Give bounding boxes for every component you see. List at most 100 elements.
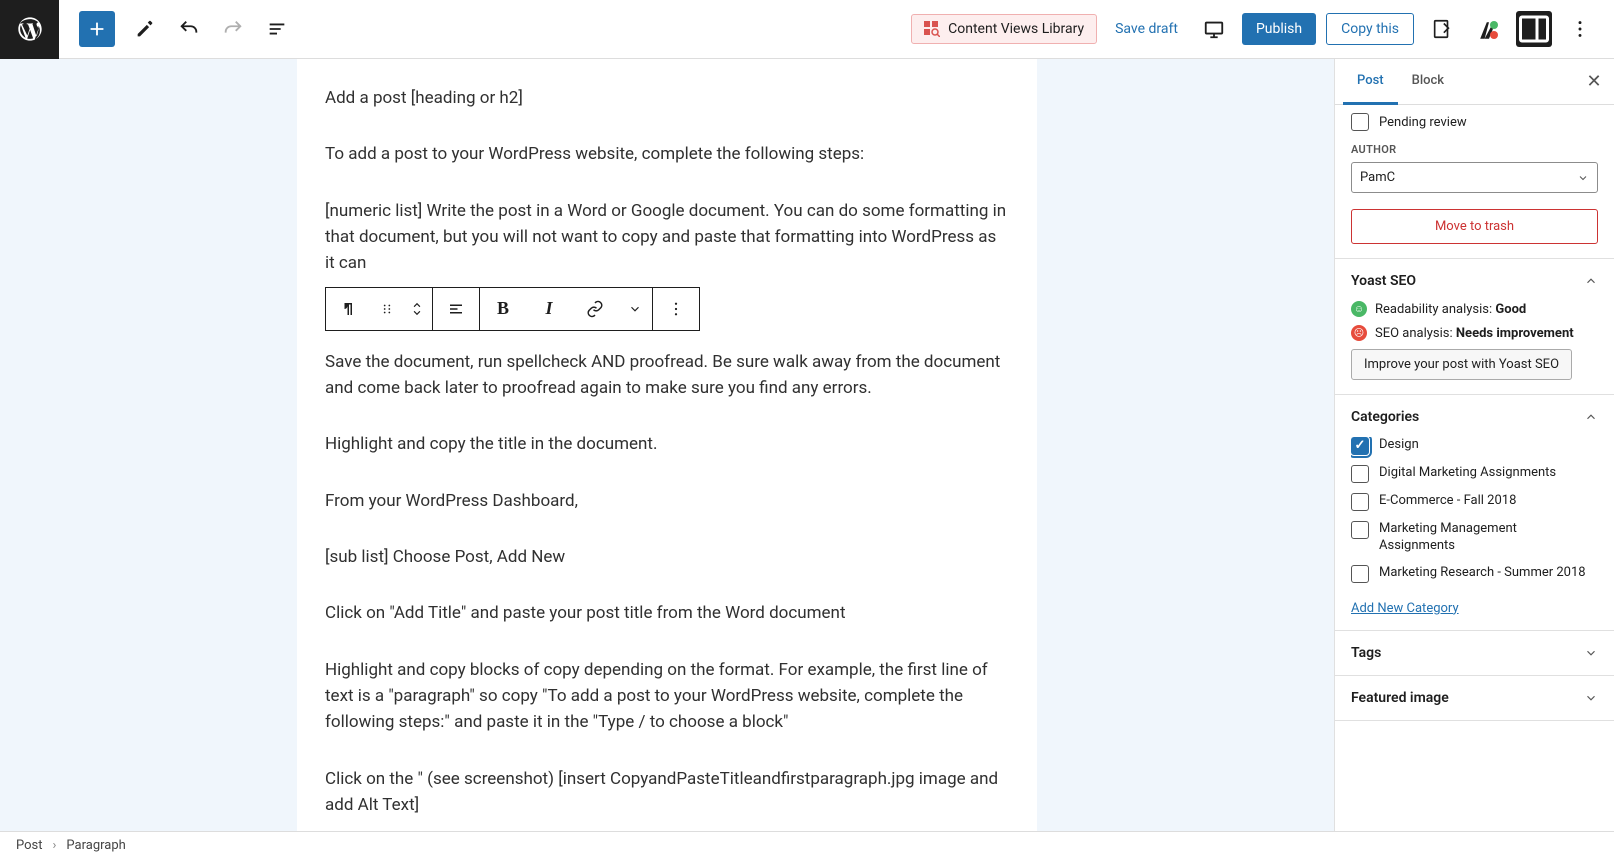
- category-item: Digital Marketing Assignments: [1351, 465, 1594, 483]
- category-checkbox[interactable]: [1351, 493, 1369, 511]
- sad-icon: ☹: [1351, 325, 1367, 341]
- author-select[interactable]: PamC: [1351, 162, 1598, 193]
- settings-toggle-button[interactable]: [1516, 11, 1552, 47]
- smile-icon: ☺: [1351, 301, 1367, 317]
- pending-review-row: Pending review: [1351, 113, 1598, 131]
- seo-row: ☹ SEO analysis: Needs improvement: [1351, 325, 1598, 341]
- tab-block[interactable]: Block: [1398, 59, 1458, 104]
- save-draft-button[interactable]: Save draft: [1107, 15, 1186, 43]
- tab-post[interactable]: Post: [1343, 59, 1398, 105]
- breadcrumb-block[interactable]: Paragraph: [66, 838, 125, 853]
- add-block-button[interactable]: [79, 11, 115, 47]
- preview-button[interactable]: [1196, 11, 1232, 47]
- document-outline-button[interactable]: [259, 11, 295, 47]
- yoast-icon: [1478, 19, 1498, 39]
- block-options-button[interactable]: [653, 288, 699, 330]
- add-new-category-link[interactable]: Add New Category: [1351, 601, 1459, 616]
- paragraph-block[interactable]: [sub list] Choose Post, Add New: [325, 544, 1009, 570]
- yoast-body: ☺ Readability analysis: Good ☹ SEO analy…: [1351, 301, 1598, 380]
- yoast-button[interactable]: [1470, 11, 1506, 47]
- categories-body: Design Digital Marketing Assignments E-Com…: [1351, 437, 1598, 616]
- align-left-icon: [447, 300, 465, 318]
- jetpack-button[interactable]: [1424, 11, 1460, 47]
- category-checkbox[interactable]: [1351, 565, 1369, 583]
- paragraph-block[interactable]: Highlight and copy the title in the docu…: [325, 431, 1009, 457]
- move-arrows[interactable]: [402, 288, 432, 330]
- yoast-header[interactable]: Yoast SEO: [1351, 273, 1598, 289]
- category-checkbox[interactable]: [1351, 521, 1369, 539]
- workspace: Adding and Formatting a WordPress Post A…: [0, 59, 1614, 831]
- seo-value: Needs improvement: [1456, 326, 1574, 341]
- wordpress-icon: [16, 15, 44, 43]
- readability-row: ☺ Readability analysis: Good: [1351, 301, 1598, 317]
- editor-scroll[interactable]: Adding and Formatting a WordPress Post A…: [0, 59, 1334, 831]
- category-label: Digital Marketing Assignments: [1379, 465, 1556, 482]
- readability-value: Good: [1495, 302, 1526, 317]
- redo-button[interactable]: [215, 11, 251, 47]
- link-button[interactable]: [572, 288, 618, 330]
- category-checkbox[interactable]: [1351, 465, 1369, 483]
- breadcrumb-separator: ›: [53, 838, 57, 853]
- close-sidebar-button[interactable]: ✕: [1582, 69, 1606, 93]
- paragraph-block[interactable]: Click on "Add Title" and paste your post…: [325, 600, 1009, 626]
- more-formatting-button[interactable]: [618, 288, 652, 330]
- options-button[interactable]: [1562, 11, 1598, 47]
- paragraph-block[interactable]: From your WordPress Dashboard,: [325, 488, 1009, 514]
- italic-button[interactable]: I: [526, 288, 572, 330]
- top-left-tools: [59, 11, 303, 47]
- list-view-icon: [266, 18, 288, 40]
- editor-canvas[interactable]: Adding and Formatting a WordPress Post A…: [297, 59, 1037, 831]
- paragraph-block[interactable]: Highlight and copy blocks of copy depend…: [325, 657, 1009, 736]
- featured-image-section: Featured image: [1335, 676, 1614, 721]
- undo-icon: [178, 18, 200, 40]
- paragraph-block[interactable]: Click on the " (see screenshot) [insert …: [325, 766, 1009, 819]
- paragraph-block[interactable]: Add a post [heading or h2]: [325, 85, 1009, 111]
- category-item: E-Commerce - Fall 2018: [1351, 493, 1594, 511]
- category-checkbox[interactable]: [1351, 437, 1369, 455]
- top-toolbar: Content Views Library Save draft Publish…: [0, 0, 1614, 59]
- content-views-icon: [924, 21, 940, 37]
- tags-header[interactable]: Tags: [1351, 645, 1598, 661]
- block-type-button[interactable]: [326, 288, 372, 330]
- more-vertical-icon: [667, 300, 685, 318]
- categories-list[interactable]: Design Digital Marketing Assignments E-Com…: [1351, 437, 1598, 593]
- tools-button[interactable]: [127, 11, 163, 47]
- chevron-up-icon: [1584, 274, 1598, 288]
- link-icon: [586, 300, 604, 318]
- featured-image-header[interactable]: Featured image: [1351, 690, 1598, 706]
- bold-button[interactable]: B: [480, 288, 526, 330]
- paragraph-block[interactable]: [numeric list] Write the post in a Word …: [325, 198, 1009, 277]
- pending-review-label: Pending review: [1379, 115, 1467, 130]
- chevron-down-icon: [1584, 646, 1598, 660]
- paragraph-block[interactable]: Save the document, run spellcheck AND pr…: [325, 349, 1009, 402]
- tags-section: Tags: [1335, 631, 1614, 676]
- categories-header[interactable]: Categories: [1351, 409, 1598, 425]
- wp-logo-button[interactable]: [0, 0, 59, 59]
- author-value: PamC: [1360, 170, 1395, 185]
- copy-this-button[interactable]: Copy this: [1326, 13, 1414, 45]
- breadcrumb-post[interactable]: Post: [16, 838, 43, 853]
- categories-section: Categories Design Digital Marketing Assig…: [1335, 395, 1614, 631]
- publish-button[interactable]: Publish: [1242, 13, 1316, 45]
- categories-title: Categories: [1351, 409, 1419, 425]
- top-right-tools: Content Views Library Save draft Publish…: [911, 11, 1614, 47]
- category-item: Marketing Research - Summer 2018: [1351, 565, 1594, 583]
- align-button[interactable]: [433, 288, 479, 330]
- paragraph-block[interactable]: To add a post to your WordPress website,…: [325, 141, 1009, 167]
- improve-yoast-button[interactable]: Improve your post with Yoast SEO: [1351, 349, 1572, 380]
- category-item: Design: [1351, 437, 1594, 455]
- desktop-icon: [1203, 18, 1225, 40]
- edit-page-icon: [1431, 18, 1453, 40]
- drag-handle[interactable]: [372, 288, 402, 330]
- category-label: Marketing Management Assignments: [1379, 521, 1594, 555]
- undo-button[interactable]: [171, 11, 207, 47]
- chevron-down-icon: [628, 302, 642, 316]
- chevron-down-icon: [1584, 691, 1598, 705]
- readability-label: Readability analysis:: [1375, 302, 1495, 317]
- pending-review-checkbox[interactable]: [1351, 113, 1369, 131]
- author-label: AUTHOR: [1351, 143, 1598, 156]
- content-views-button[interactable]: Content Views Library: [911, 14, 1097, 44]
- content-views-label: Content Views Library: [948, 21, 1084, 37]
- move-to-trash-button[interactable]: Move to trash: [1351, 209, 1598, 244]
- category-label: Marketing Research - Summer 2018: [1379, 565, 1586, 582]
